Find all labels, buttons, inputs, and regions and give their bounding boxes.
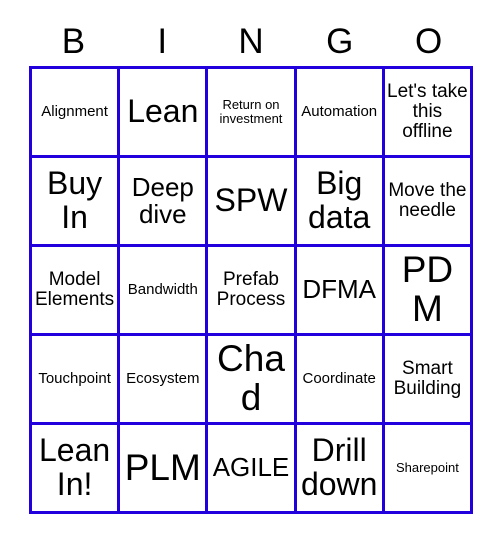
header-letter-i: I	[118, 16, 207, 66]
bingo-header: B I N G O	[29, 16, 473, 66]
bingo-cell-label: Lean In!	[39, 432, 111, 502]
bingo-cell[interactable]: Ecosystem	[120, 336, 209, 425]
bingo-cell-label: Big data	[308, 165, 371, 235]
bingo-cell-label: DFMA	[302, 274, 377, 305]
bingo-cell[interactable]: AGILE	[208, 425, 297, 514]
bingo-cell[interactable]: Touchpoint	[32, 336, 121, 425]
bingo-cell[interactable]: Lean In!	[32, 425, 121, 514]
bingo-cell[interactable]: Drill down	[296, 425, 385, 514]
bingo-cell[interactable]: Smart Building	[384, 336, 473, 425]
header-letter-o: O	[384, 16, 473, 66]
bingo-cell-label: Model Elements	[34, 269, 115, 310]
header-letter-text: O	[414, 21, 443, 61]
bingo-cell[interactable]: Lean	[120, 69, 209, 158]
bingo-cell[interactable]: Automation	[296, 69, 385, 158]
bingo-cell-label: Alignment	[41, 103, 108, 121]
bingo-cell[interactable]: Buy In	[32, 158, 121, 247]
bingo-cell-label: Automation	[301, 103, 378, 121]
bingo-cell[interactable]: PLM	[120, 425, 209, 514]
header-letter-b: B	[29, 16, 118, 66]
bingo-cell-label: Move the needle	[388, 180, 467, 221]
header-letter-n: N	[207, 16, 296, 66]
bingo-cell[interactable]: DFMA	[296, 247, 385, 336]
header-letter-text: G	[326, 21, 354, 61]
bingo-cell[interactable]: Big data	[296, 158, 385, 247]
bingo-cell-label: Prefab Process	[216, 269, 286, 310]
bingo-cell[interactable]: Alignment	[32, 69, 121, 158]
bingo-cell[interactable]: SPW	[208, 158, 297, 247]
bingo-cell[interactable]: Let's take this offline	[384, 69, 473, 158]
bingo-cell-label: Lean	[127, 93, 199, 130]
bingo-cell-label: Touchpoint	[38, 370, 111, 388]
bingo-cell[interactable]: Prefab Process	[208, 247, 297, 336]
header-letter-text: B	[61, 21, 86, 61]
bingo-cell-label: Smart Building	[393, 358, 462, 399]
bingo-cell-label: Coordinate	[302, 370, 376, 388]
bingo-cell-label: Buy In	[47, 165, 103, 235]
bingo-cell[interactable]: PDM	[384, 247, 473, 336]
bingo-cell-label: Return on investment	[219, 97, 283, 126]
header-letter-text: I	[157, 21, 168, 61]
bingo-cell-label: Deep dive	[131, 171, 194, 229]
bingo-cell-label: Sharepoint	[395, 460, 459, 476]
bingo-cell-label: AGILE	[212, 452, 290, 483]
bingo-cell-label: Drill down	[300, 432, 378, 502]
bingo-cell[interactable]: Move the needle	[384, 158, 473, 247]
bingo-cell[interactable]: Deep dive	[120, 158, 209, 247]
bingo-cell-label: SPW	[214, 182, 288, 219]
bingo-cell-label: Bandwidth	[127, 281, 198, 299]
bingo-cell[interactable]: Sharepoint	[384, 425, 473, 514]
bingo-grid: Alignment Lean Return on investment Automat…	[29, 66, 473, 514]
bingo-cell-label: Chad	[217, 338, 285, 418]
bingo-cell[interactable]: Return on investment	[208, 69, 297, 158]
bingo-card: B I N G O Alignment Lean Return on investm…	[0, 0, 501, 544]
bingo-cell-label: PLM	[124, 446, 201, 488]
bingo-cell[interactable]: Bandwidth	[120, 247, 209, 336]
bingo-cell[interactable]: Coordinate	[296, 336, 385, 425]
bingo-cell[interactable]: Model Elements	[32, 247, 121, 336]
header-letter-text: N	[238, 21, 264, 61]
bingo-cell[interactable]: Chad	[208, 336, 297, 425]
bingo-cell-label: Ecosystem	[126, 370, 200, 388]
bingo-cell-label: Let's take this offline	[387, 81, 468, 142]
bingo-cell-label: PDM	[401, 249, 454, 329]
header-letter-g: G	[295, 16, 384, 66]
